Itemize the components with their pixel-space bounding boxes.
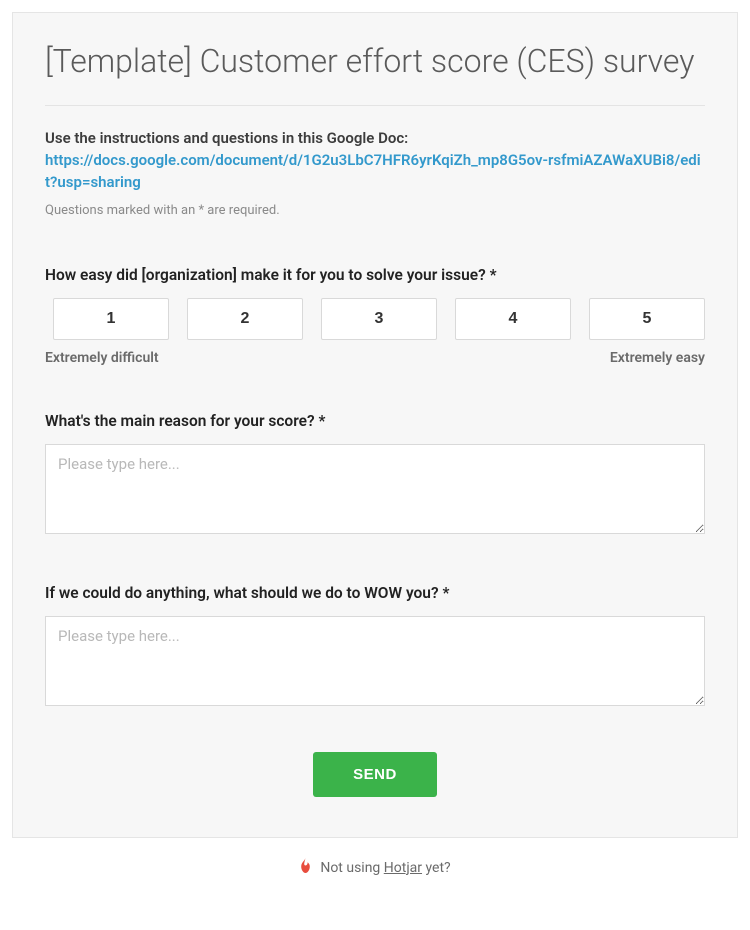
- question-ces: How easy did [organization] make it for …: [45, 266, 705, 366]
- divider: [45, 105, 705, 106]
- question-wow: If we could do anything, what should we …: [45, 584, 705, 710]
- rating-button-3[interactable]: 3: [321, 298, 437, 340]
- send-row: SEND: [45, 752, 705, 797]
- footer-brand-link[interactable]: Hotjar: [384, 860, 422, 876]
- question-label-wow: If we could do anything, what should we …: [45, 584, 705, 602]
- survey-title: [Template] Customer effort score (CES) s…: [45, 41, 705, 81]
- rating-button-5[interactable]: 5: [589, 298, 705, 340]
- footer-text: Not using Hotjar yet?: [320, 860, 450, 876]
- question-label-ces: How easy did [organization] make it for …: [45, 266, 705, 284]
- question-label-reason: What's the main reason for your score? *: [45, 412, 705, 430]
- caption-high: Extremely easy: [610, 350, 705, 366]
- footer-suffix: yet?: [422, 860, 451, 876]
- doc-link[interactable]: https://docs.google.com/document/d/1G2u3…: [45, 150, 705, 194]
- footer-prefix: Not using: [320, 860, 383, 876]
- footer: Not using Hotjar yet?: [12, 838, 738, 881]
- rating-button-4[interactable]: 4: [455, 298, 571, 340]
- survey-card: [Template] Customer effort score (CES) s…: [12, 12, 738, 838]
- question-reason: What's the main reason for your score? *: [45, 412, 705, 538]
- rating-row: 1 2 3 4 5: [53, 298, 705, 340]
- required-note: Questions marked with an * are required.: [45, 203, 705, 218]
- flame-icon: [299, 858, 312, 877]
- send-button[interactable]: SEND: [313, 752, 437, 797]
- intro-text: Use the instructions and questions in th…: [45, 128, 705, 150]
- rating-button-2[interactable]: 2: [187, 298, 303, 340]
- rating-captions: Extremely difficult Extremely easy: [45, 350, 705, 366]
- caption-low: Extremely difficult: [45, 350, 159, 366]
- reason-textarea[interactable]: [45, 444, 705, 534]
- wow-textarea[interactable]: [45, 616, 705, 706]
- rating-button-1[interactable]: 1: [53, 298, 169, 340]
